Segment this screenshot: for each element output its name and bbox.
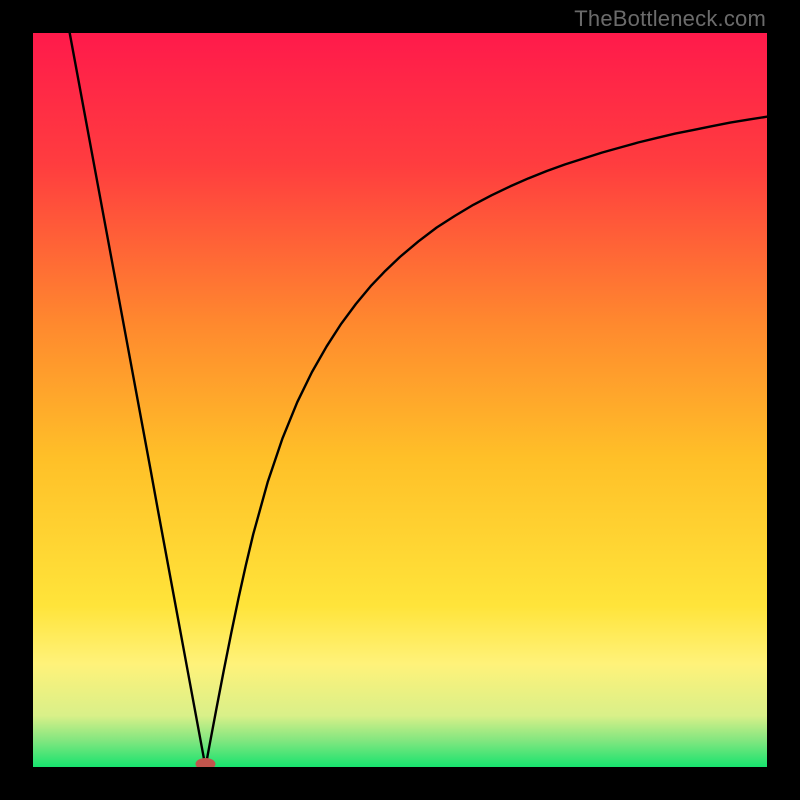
watermark-text: TheBottleneck.com — [574, 6, 766, 32]
chart-frame: TheBottleneck.com — [0, 0, 800, 800]
gradient-background — [33, 33, 767, 767]
chart-svg — [33, 33, 767, 767]
plot-area — [33, 33, 767, 767]
